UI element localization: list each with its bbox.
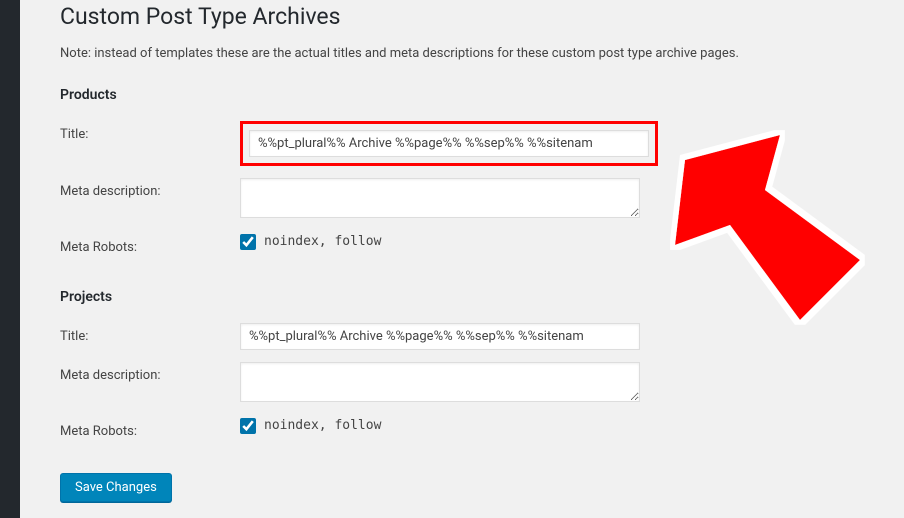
section-heading-products: Products [60,87,864,103]
page-title: Custom Post Type Archives [60,2,864,32]
products-meta-robots-wrapper[interactable]: noindex, follow [240,234,854,250]
projects-meta-desc-textarea[interactable] [240,362,640,402]
projects-meta-robots-text: noindex, follow [264,418,381,433]
projects-meta-robots-label: Meta Robots: [60,412,240,451]
projects-meta-robots-wrapper[interactable]: noindex, follow [240,418,854,434]
products-meta-robots-checkbox[interactable] [240,234,256,250]
projects-meta-desc-label: Meta description: [60,356,240,412]
highlight-box [240,121,658,166]
wp-admin-sidebar [0,0,20,518]
main-content: Custom Post Type Archives Note: instead … [20,0,904,518]
projects-meta-robots-checkbox[interactable] [240,418,256,434]
projects-title-input[interactable] [240,323,640,350]
projects-title-label: Title: [60,317,240,356]
section-heading-projects: Projects [60,289,864,305]
products-meta-robots-text: noindex, follow [264,234,381,249]
products-title-label: Title: [60,115,240,172]
products-meta-desc-textarea[interactable] [240,178,640,218]
projects-form-table: Title: Meta description: Meta Robots: no… [60,317,864,451]
products-title-input[interactable] [249,130,649,157]
products-form-table: Title: Meta description: Meta Robots: no… [60,115,864,267]
products-meta-robots-label: Meta Robots: [60,228,240,267]
products-meta-desc-label: Meta description: [60,172,240,228]
note-text: Note: instead of templates these are the… [60,46,864,61]
save-changes-button[interactable]: Save Changes [60,473,172,502]
